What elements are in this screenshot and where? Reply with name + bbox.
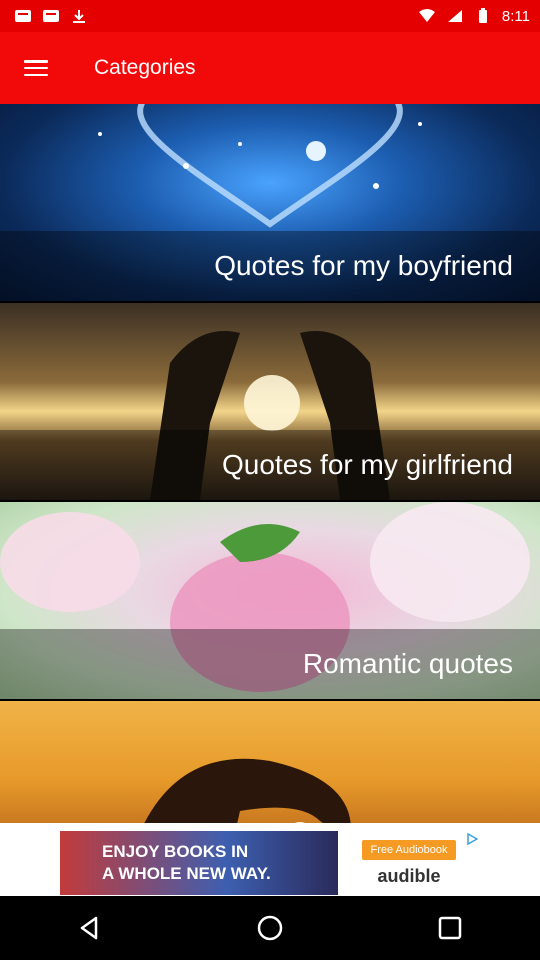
ad-cta-button[interactable]: Free Audiobook	[362, 839, 456, 860]
status-time: 8:11	[501, 7, 530, 25]
recents-button[interactable]	[418, 896, 482, 960]
category-item-partial[interactable]	[0, 701, 540, 823]
category-label: Quotes for my boyfriend	[0, 231, 540, 301]
ad-headline-line1: ENJOY BOOKS IN	[102, 842, 249, 861]
home-button[interactable]	[238, 896, 302, 960]
system-nav-bar	[0, 896, 540, 960]
wifi-icon	[418, 9, 435, 22]
status-notifications	[14, 8, 88, 24]
back-icon	[80, 916, 98, 940]
status-bar: 8:11	[0, 0, 540, 32]
menu-button[interactable]	[0, 32, 72, 104]
hamburger-menu-icon	[24, 60, 48, 76]
download-icon	[73, 10, 85, 23]
signal-icon	[447, 10, 462, 22]
category-item-romantic[interactable]: Romantic quotes	[0, 502, 540, 699]
recents-icon	[438, 916, 462, 940]
back-button[interactable]	[58, 896, 122, 960]
category-item-boyfriend[interactable]: Quotes for my boyfriend	[0, 104, 540, 301]
hands-sunset-image	[144, 758, 351, 823]
notification-icon	[43, 10, 59, 22]
category-item-girlfriend[interactable]: Quotes for my girlfriend	[0, 303, 540, 500]
category-list[interactable]: Quotes for my boyfriend Quotes for my gi…	[0, 104, 540, 823]
category-image	[0, 701, 540, 823]
ad-content[interactable]: ENJOY BOOKS IN A WHOLE NEW WAY. Free Aud…	[60, 831, 480, 895]
category-label: Quotes for my girlfriend	[0, 430, 540, 500]
ad-headline: ENJOY BOOKS IN A WHOLE NEW WAY.	[60, 831, 338, 895]
battery-icon	[478, 8, 487, 23]
app-bar: Categories	[0, 32, 540, 104]
page-title: Categories	[94, 56, 196, 79]
status-system: 8:11	[418, 8, 530, 25]
category-label: Romantic quotes	[0, 629, 540, 699]
ad-brand: audible	[377, 865, 441, 886]
ad-headline-line2: A WHOLE NEW WAY.	[102, 864, 271, 883]
ad-cta-area[interactable]: Free Audiobook audible	[338, 831, 480, 895]
home-icon	[257, 915, 283, 941]
ad-choices-icon[interactable]	[466, 833, 478, 845]
ad-banner[interactable]: ENJOY BOOKS IN A WHOLE NEW WAY. Free Aud…	[0, 823, 540, 896]
notification-icon	[15, 10, 31, 22]
